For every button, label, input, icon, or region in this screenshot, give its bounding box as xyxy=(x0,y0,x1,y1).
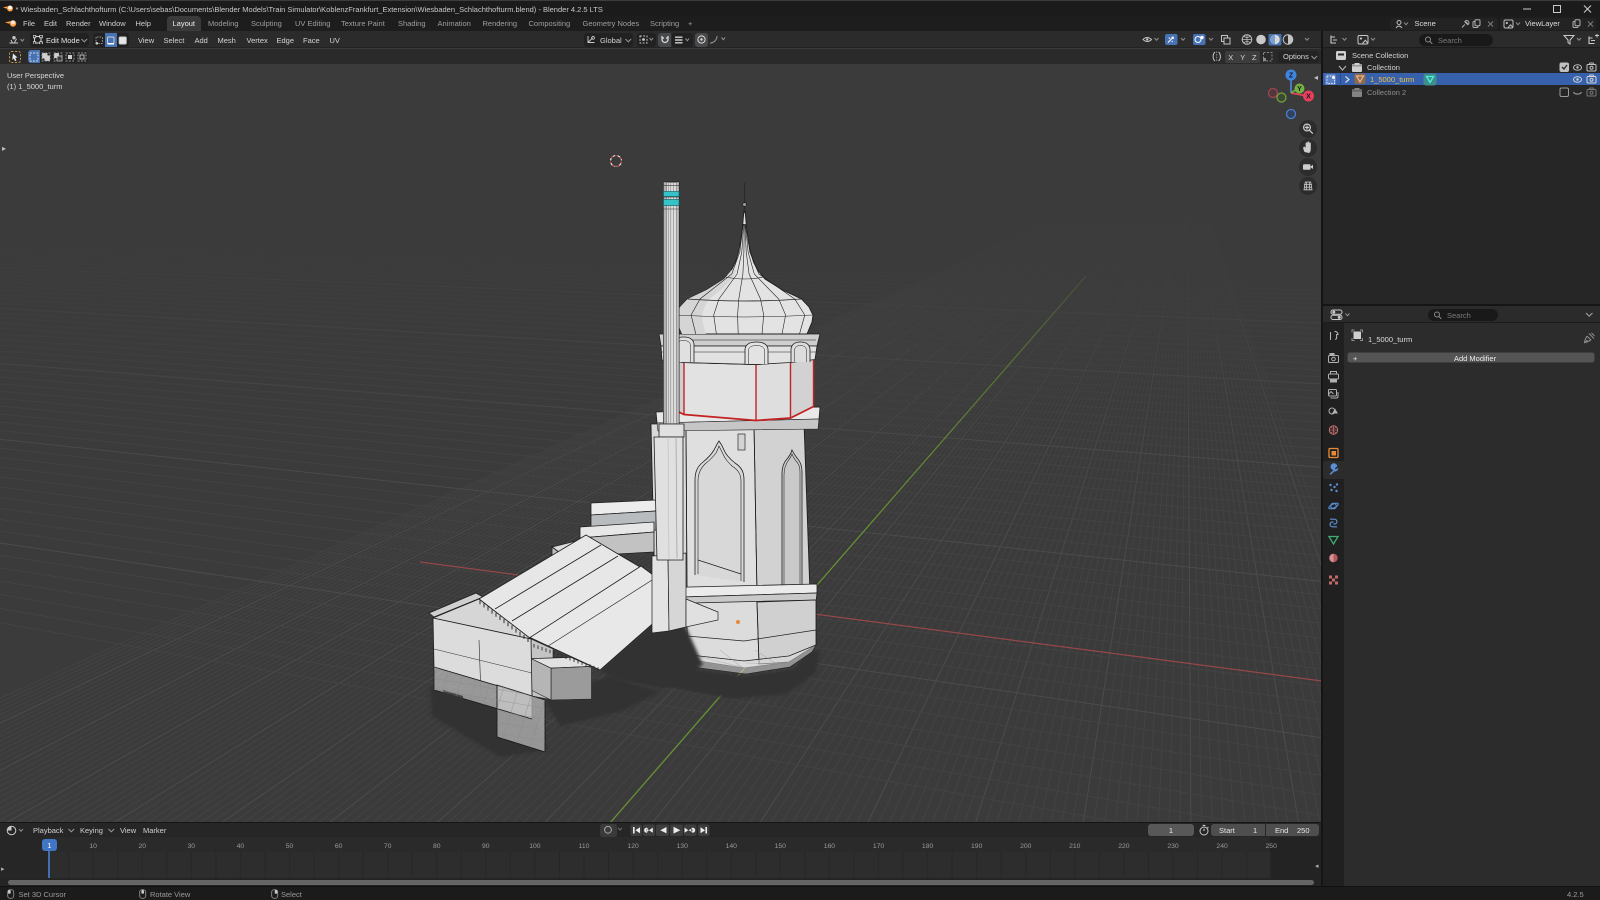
svg-text:240: 240 xyxy=(1216,843,1228,850)
svg-text:130: 130 xyxy=(677,843,689,850)
svg-text:120: 120 xyxy=(627,843,639,850)
svg-text:◂: ◂ xyxy=(1315,863,1319,870)
svg-text:10: 10 xyxy=(89,843,97,850)
svg-text:230: 230 xyxy=(1167,843,1179,850)
svg-text:80: 80 xyxy=(433,843,441,850)
svg-text:▸: ▸ xyxy=(2,144,6,153)
svg-text:50: 50 xyxy=(286,843,294,850)
svg-text:70: 70 xyxy=(384,843,392,850)
svg-text:180: 180 xyxy=(922,843,934,850)
svg-text:210: 210 xyxy=(1069,843,1081,850)
svg-text:20: 20 xyxy=(139,843,147,850)
svg-text:Y: Y xyxy=(1297,86,1302,93)
svg-text:220: 220 xyxy=(1118,843,1130,850)
svg-text:40: 40 xyxy=(237,843,245,850)
svg-text:Z: Z xyxy=(1289,73,1294,80)
svg-text:190: 190 xyxy=(971,843,983,850)
svg-text:90: 90 xyxy=(482,843,490,850)
svg-text:▸: ▸ xyxy=(1,866,5,873)
svg-text:200: 200 xyxy=(1020,843,1032,850)
svg-text:X: X xyxy=(1306,94,1311,101)
svg-text:100: 100 xyxy=(529,843,541,850)
svg-text:170: 170 xyxy=(873,843,885,850)
svg-text:110: 110 xyxy=(579,843,590,850)
svg-text:160: 160 xyxy=(824,843,836,850)
svg-text:150: 150 xyxy=(775,843,787,850)
svg-text:1: 1 xyxy=(47,841,51,850)
svg-text:◂: ◂ xyxy=(1314,73,1318,82)
svg-text:250: 250 xyxy=(1266,843,1278,850)
svg-text:30: 30 xyxy=(188,843,196,850)
svg-text:60: 60 xyxy=(335,843,343,850)
svg-text:140: 140 xyxy=(726,843,738,850)
